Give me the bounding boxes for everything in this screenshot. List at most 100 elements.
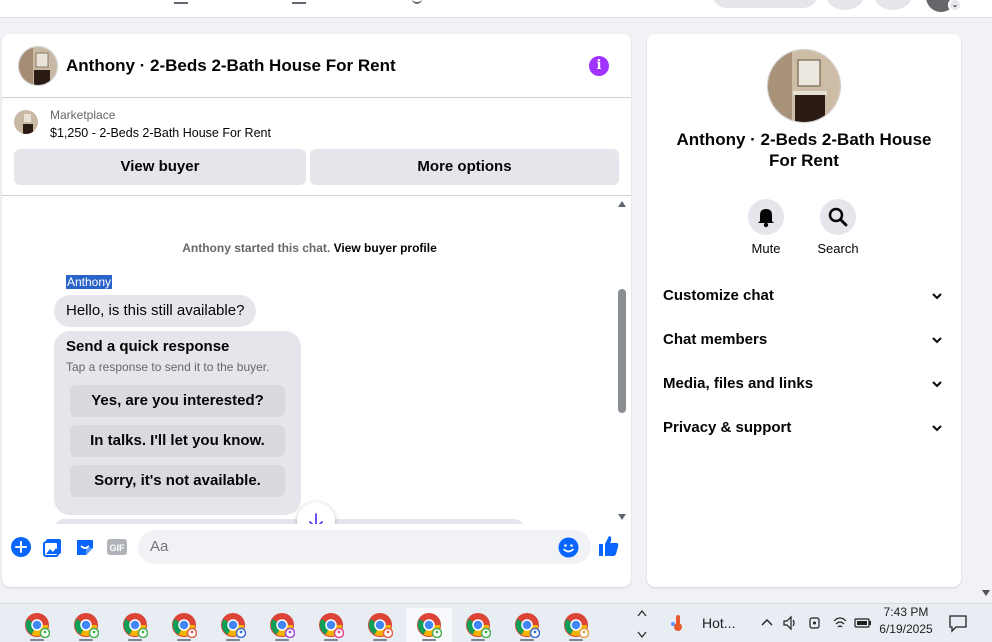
taskbar-browser-app-button[interactable] xyxy=(210,608,256,642)
volume-icon[interactable] xyxy=(782,615,798,631)
menu-icon[interactable] xyxy=(826,0,864,10)
section-media-files-links[interactable]: Media, files and links xyxy=(647,364,961,404)
message-bubble: Hello, is this still available? xyxy=(54,295,257,327)
search-button[interactable] xyxy=(820,199,856,235)
taskbar-browser-app-button[interactable] xyxy=(357,608,403,642)
chevron-down-icon[interactable]: ⌄ xyxy=(948,0,962,12)
info-icon[interactable]: i xyxy=(589,56,609,76)
avatar[interactable] xyxy=(18,46,58,86)
browser-icon xyxy=(368,613,393,638)
listing-price-title[interactable]: $1,250 - 2-Beds 2-Bath House For Rent xyxy=(50,126,271,140)
taskbar-clock[interactable]: 7:43 PM 6/19/2025 xyxy=(872,604,940,638)
photo-icon[interactable] xyxy=(42,536,64,558)
quick-response-not-available-button[interactable]: Sorry, it's not available. xyxy=(70,465,285,497)
quick-response-title: Send a quick response xyxy=(66,338,230,355)
gif-icon[interactable]: GIF xyxy=(106,536,128,558)
section-label: Customize chat xyxy=(663,287,774,304)
taskbar-browser-app-button[interactable] xyxy=(161,608,207,642)
chevron-down-icon xyxy=(932,425,942,432)
weather-thermometer-icon[interactable] xyxy=(670,614,686,632)
taskbar-browser-app-button[interactable] xyxy=(455,608,501,642)
browser-icon xyxy=(172,613,197,638)
page-scroll-down-arrow[interactable] xyxy=(980,587,992,599)
browser-icon xyxy=(466,613,491,638)
scrollbar[interactable] xyxy=(615,197,629,524)
mute-button[interactable] xyxy=(748,199,784,235)
taskbar-browser-app-button[interactable] xyxy=(308,608,354,642)
browser-icon xyxy=(74,613,99,638)
section-label: Chat members xyxy=(663,331,768,348)
meet-now-icon[interactable] xyxy=(808,615,822,631)
section-label: Privacy & support xyxy=(663,419,792,436)
nav-icon[interactable] xyxy=(292,0,306,4)
chevron-down-icon xyxy=(932,381,942,388)
notifications-icon[interactable] xyxy=(874,0,912,10)
listing-photo-icon xyxy=(768,50,840,122)
battery-icon[interactable] xyxy=(854,616,872,630)
taskbar-date: 6/19/2025 xyxy=(879,622,933,636)
chat-panel: Anthony · 2-Beds 2-Bath House For Rent i… xyxy=(2,34,631,587)
weather-text[interactable]: Hot... xyxy=(702,615,735,631)
scroll-to-bottom-button[interactable] xyxy=(297,502,335,524)
wifi-icon[interactable] xyxy=(832,615,848,631)
info-panel-title: Anthony · 2-Beds 2-Bath House For Rent xyxy=(676,130,932,170)
top-navigation-bar: ⌄ xyxy=(0,0,992,18)
scroll-up-arrow[interactable] xyxy=(618,201,626,207)
view-buyer-button[interactable]: View buyer xyxy=(14,149,306,185)
listing-photo-icon xyxy=(19,47,57,85)
listing-thumbnail[interactable] xyxy=(14,110,38,134)
arrow-down-icon xyxy=(309,513,323,524)
quick-response-subtitle: Tap a response to send it to the buyer. xyxy=(66,360,270,374)
taskbar-browser-app-button[interactable] xyxy=(259,608,305,642)
quick-response-yes-button[interactable]: Yes, are you interested? xyxy=(70,385,285,417)
more-options-button[interactable]: More options xyxy=(310,149,619,185)
message-list[interactable]: Anthony started this chat. View buyer pr… xyxy=(2,197,631,524)
message-input[interactable] xyxy=(138,530,591,564)
taskbar-browser-app-button[interactable] xyxy=(112,608,158,642)
browser-icon xyxy=(123,613,148,638)
mute-label: Mute xyxy=(751,241,781,256)
taskbar-scroll-arrows[interactable] xyxy=(636,606,648,642)
section-label: Media, files and links xyxy=(663,375,814,392)
nav-icon[interactable] xyxy=(174,0,188,4)
thumbs-up-icon[interactable] xyxy=(597,534,621,558)
browser-icon xyxy=(25,613,50,638)
sticker-icon[interactable] xyxy=(74,536,96,558)
chevron-down-icon xyxy=(932,337,942,344)
taskbar-browser-app-button[interactable] xyxy=(553,608,599,642)
plus-icon[interactable] xyxy=(10,536,32,558)
section-chat-members[interactable]: Chat members xyxy=(647,320,961,360)
browser-icon xyxy=(319,613,344,638)
system-note: Anthony started this chat. View buyer pr… xyxy=(2,241,617,255)
system-note-text: Anthony started this chat. xyxy=(182,241,331,255)
view-buyer-profile-link[interactable]: View buyer profile xyxy=(334,241,437,255)
search-label: Search xyxy=(817,241,859,256)
top-pill-button[interactable] xyxy=(712,0,818,8)
taskbar-browser-app-button[interactable] xyxy=(504,608,550,642)
chevron-down-icon xyxy=(932,293,942,300)
show-hidden-icons-chevron-up-icon[interactable] xyxy=(760,616,774,630)
scroll-down-arrow[interactable] xyxy=(618,514,626,520)
listing-card: Marketplace $1,250 - 2-Beds 2-Bath House… xyxy=(2,99,631,196)
taskbar-browser-app-button[interactable] xyxy=(406,608,452,642)
taskbar-time: 7:43 PM xyxy=(883,605,929,619)
taskbar-browser-app-button[interactable] xyxy=(63,608,109,642)
emoji-icon[interactable] xyxy=(558,537,579,558)
listing-source: Marketplace xyxy=(50,108,116,122)
chat-title: Anthony · 2-Beds 2-Bath House For Rent xyxy=(66,56,396,75)
nav-icon[interactable] xyxy=(412,0,422,4)
mute-action[interactable]: Mute xyxy=(736,199,796,256)
chat-header: Anthony · 2-Beds 2-Bath House For Rent i xyxy=(2,34,631,98)
search-action[interactable]: Search xyxy=(808,199,868,256)
taskbar-browser-app-button[interactable] xyxy=(14,608,60,642)
section-customize-chat[interactable]: Customize chat xyxy=(647,276,961,316)
browser-icon xyxy=(221,613,246,638)
scrollbar-thumb[interactable] xyxy=(618,289,626,413)
svg-text:GIF: GIF xyxy=(110,543,126,553)
browser-icon xyxy=(417,613,442,638)
notification-center-icon[interactable] xyxy=(948,613,968,633)
sender-name: Anthony xyxy=(66,275,113,289)
avatar[interactable] xyxy=(767,49,841,123)
section-privacy-support[interactable]: Privacy & support xyxy=(647,408,961,448)
quick-response-in-talks-button[interactable]: In talks. I'll let you know. xyxy=(70,425,285,457)
